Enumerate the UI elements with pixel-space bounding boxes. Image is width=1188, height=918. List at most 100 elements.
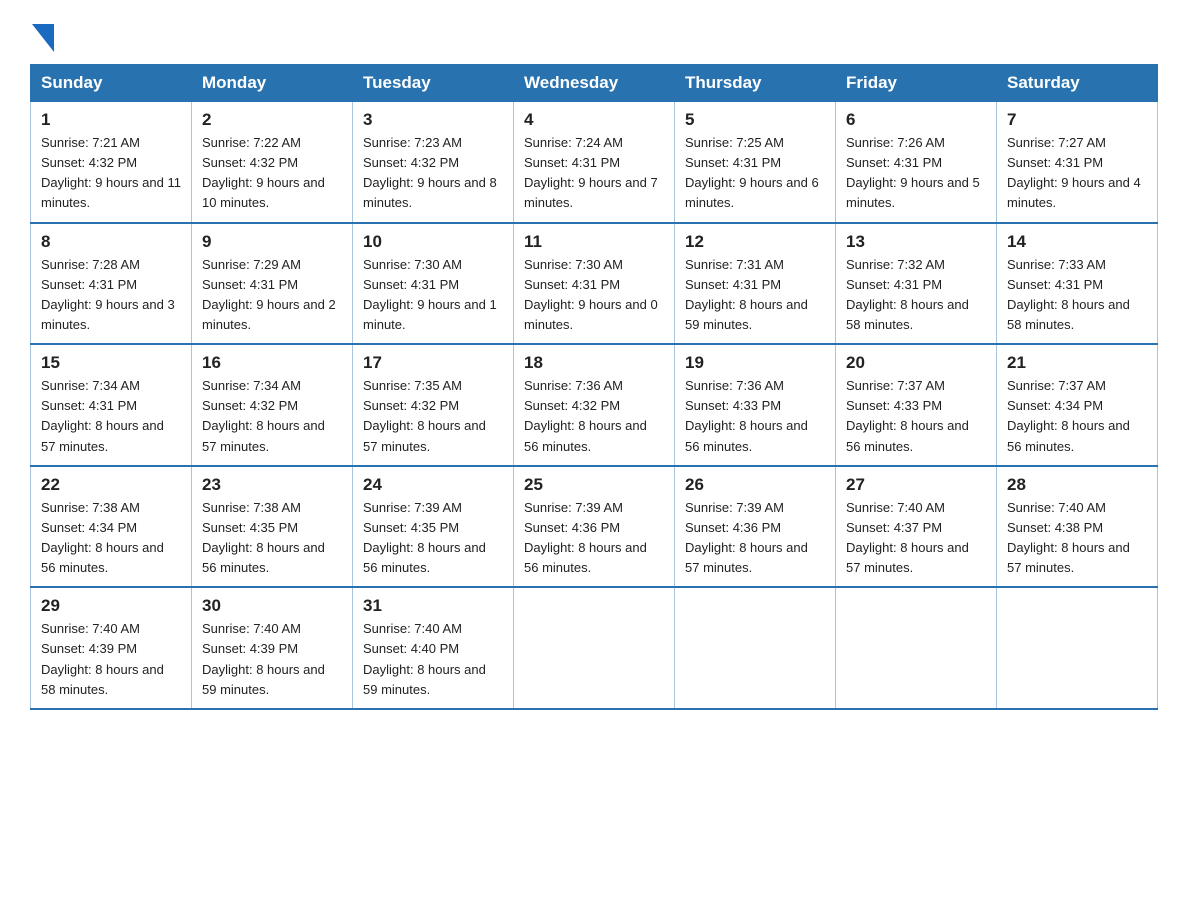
- day-info: Sunrise: 7:25 AMSunset: 4:31 PMDaylight:…: [685, 133, 825, 214]
- calendar-cell: 18 Sunrise: 7:36 AMSunset: 4:32 PMDayligh…: [514, 344, 675, 466]
- day-info: Sunrise: 7:28 AMSunset: 4:31 PMDaylight:…: [41, 255, 181, 336]
- calendar-cell: 1 Sunrise: 7:21 AMSunset: 4:32 PMDaylight…: [31, 102, 192, 223]
- calendar-week-row: 29 Sunrise: 7:40 AMSunset: 4:39 PMDayligh…: [31, 587, 1158, 709]
- day-info: Sunrise: 7:30 AMSunset: 4:31 PMDaylight:…: [524, 255, 664, 336]
- day-number: 15: [41, 353, 181, 373]
- day-info: Sunrise: 7:36 AMSunset: 4:32 PMDaylight:…: [524, 376, 664, 457]
- calendar-cell: 13Sunrise: 7:32 AMSunset: 4:31 PMDayligh…: [836, 223, 997, 345]
- day-info: Sunrise: 7:30 AMSunset: 4:31 PMDaylight:…: [363, 255, 503, 336]
- day-number: 1: [41, 110, 181, 130]
- calendar-cell: 22 Sunrise: 7:38 AMSunset: 4:34 PMDayligh…: [31, 466, 192, 588]
- day-number: 2: [202, 110, 342, 130]
- day-info: Sunrise: 7:26 AMSunset: 4:31 PMDaylight:…: [846, 133, 986, 214]
- calendar-cell: 17Sunrise: 7:35 AMSunset: 4:32 PMDayligh…: [353, 344, 514, 466]
- calendar-cell: 19 Sunrise: 7:36 AMSunset: 4:33 PMDayligh…: [675, 344, 836, 466]
- calendar-cell: 29 Sunrise: 7:40 AMSunset: 4:39 PMDayligh…: [31, 587, 192, 709]
- logo: [30, 24, 54, 54]
- day-info: Sunrise: 7:38 AMSunset: 4:34 PMDaylight:…: [41, 498, 181, 579]
- calendar-cell: 9 Sunrise: 7:29 AMSunset: 4:31 PMDaylight…: [192, 223, 353, 345]
- calendar-cell: 30 Sunrise: 7:40 AMSunset: 4:39 PMDayligh…: [192, 587, 353, 709]
- day-number: 8: [41, 232, 181, 252]
- day-number: 27: [846, 475, 986, 495]
- calendar-table: SundayMondayTuesdayWednesdayThursdayFrid…: [30, 64, 1158, 710]
- day-number: 10: [363, 232, 503, 252]
- calendar-cell: 11 Sunrise: 7:30 AMSunset: 4:31 PMDayligh…: [514, 223, 675, 345]
- day-info: Sunrise: 7:31 AMSunset: 4:31 PMDaylight:…: [685, 255, 825, 336]
- day-number: 30: [202, 596, 342, 616]
- calendar-cell: [997, 587, 1158, 709]
- day-info: Sunrise: 7:23 AMSunset: 4:32 PMDaylight:…: [363, 133, 503, 214]
- day-number: 18: [524, 353, 664, 373]
- day-number: 17: [363, 353, 503, 373]
- day-number: 23: [202, 475, 342, 495]
- calendar-cell: 20 Sunrise: 7:37 AMSunset: 4:33 PMDayligh…: [836, 344, 997, 466]
- day-info: Sunrise: 7:37 AMSunset: 4:34 PMDaylight:…: [1007, 376, 1147, 457]
- day-number: 31: [363, 596, 503, 616]
- day-info: Sunrise: 7:40 AMSunset: 4:39 PMDaylight:…: [202, 619, 342, 700]
- calendar-week-row: 1 Sunrise: 7:21 AMSunset: 4:32 PMDaylight…: [31, 102, 1158, 223]
- day-info: Sunrise: 7:38 AMSunset: 4:35 PMDaylight:…: [202, 498, 342, 579]
- col-header-friday: Friday: [836, 65, 997, 102]
- col-header-thursday: Thursday: [675, 65, 836, 102]
- calendar-cell: [675, 587, 836, 709]
- day-info: Sunrise: 7:29 AMSunset: 4:31 PMDaylight:…: [202, 255, 342, 336]
- day-info: Sunrise: 7:39 AMSunset: 4:36 PMDaylight:…: [524, 498, 664, 579]
- day-info: Sunrise: 7:22 AMSunset: 4:32 PMDaylight:…: [202, 133, 342, 214]
- day-info: Sunrise: 7:21 AMSunset: 4:32 PMDaylight:…: [41, 133, 181, 214]
- day-info: Sunrise: 7:40 AMSunset: 4:40 PMDaylight:…: [363, 619, 503, 700]
- day-info: Sunrise: 7:34 AMSunset: 4:32 PMDaylight:…: [202, 376, 342, 457]
- calendar-cell: 25 Sunrise: 7:39 AMSunset: 4:36 PMDayligh…: [514, 466, 675, 588]
- day-info: Sunrise: 7:40 AMSunset: 4:38 PMDaylight:…: [1007, 498, 1147, 579]
- logo-arrow-icon: [32, 24, 54, 52]
- calendar-cell: 16Sunrise: 7:34 AMSunset: 4:32 PMDayligh…: [192, 344, 353, 466]
- day-number: 14: [1007, 232, 1147, 252]
- day-info: Sunrise: 7:27 AMSunset: 4:31 PMDaylight:…: [1007, 133, 1147, 214]
- calendar-cell: 8 Sunrise: 7:28 AMSunset: 4:31 PMDaylight…: [31, 223, 192, 345]
- day-number: 6: [846, 110, 986, 130]
- page-header: [30, 24, 1158, 54]
- day-number: 7: [1007, 110, 1147, 130]
- calendar-cell: 10 Sunrise: 7:30 AMSunset: 4:31 PMDayligh…: [353, 223, 514, 345]
- day-number: 29: [41, 596, 181, 616]
- calendar-cell: 14 Sunrise: 7:33 AMSunset: 4:31 PMDayligh…: [997, 223, 1158, 345]
- day-number: 20: [846, 353, 986, 373]
- day-number: 9: [202, 232, 342, 252]
- calendar-cell: 3 Sunrise: 7:23 AMSunset: 4:32 PMDaylight…: [353, 102, 514, 223]
- col-header-tuesday: Tuesday: [353, 65, 514, 102]
- calendar-cell: 2 Sunrise: 7:22 AMSunset: 4:32 PMDaylight…: [192, 102, 353, 223]
- day-info: Sunrise: 7:39 AMSunset: 4:36 PMDaylight:…: [685, 498, 825, 579]
- calendar-cell: 26 Sunrise: 7:39 AMSunset: 4:36 PMDayligh…: [675, 466, 836, 588]
- day-number: 19: [685, 353, 825, 373]
- col-header-sunday: Sunday: [31, 65, 192, 102]
- col-header-monday: Monday: [192, 65, 353, 102]
- day-number: 4: [524, 110, 664, 130]
- calendar-week-row: 8 Sunrise: 7:28 AMSunset: 4:31 PMDaylight…: [31, 223, 1158, 345]
- day-number: 3: [363, 110, 503, 130]
- day-info: Sunrise: 7:33 AMSunset: 4:31 PMDaylight:…: [1007, 255, 1147, 336]
- calendar-cell: [514, 587, 675, 709]
- day-number: 28: [1007, 475, 1147, 495]
- calendar-cell: 21 Sunrise: 7:37 AMSunset: 4:34 PMDayligh…: [997, 344, 1158, 466]
- day-info: Sunrise: 7:37 AMSunset: 4:33 PMDaylight:…: [846, 376, 986, 457]
- day-info: Sunrise: 7:24 AMSunset: 4:31 PMDaylight:…: [524, 133, 664, 214]
- day-info: Sunrise: 7:36 AMSunset: 4:33 PMDaylight:…: [685, 376, 825, 457]
- calendar-cell: 15 Sunrise: 7:34 AMSunset: 4:31 PMDayligh…: [31, 344, 192, 466]
- day-info: Sunrise: 7:40 AMSunset: 4:39 PMDaylight:…: [41, 619, 181, 700]
- day-number: 26: [685, 475, 825, 495]
- calendar-cell: 12Sunrise: 7:31 AMSunset: 4:31 PMDayligh…: [675, 223, 836, 345]
- calendar-cell: 5 Sunrise: 7:25 AMSunset: 4:31 PMDaylight…: [675, 102, 836, 223]
- day-info: Sunrise: 7:34 AMSunset: 4:31 PMDaylight:…: [41, 376, 181, 457]
- day-number: 22: [41, 475, 181, 495]
- col-header-saturday: Saturday: [997, 65, 1158, 102]
- calendar-cell: 27 Sunrise: 7:40 AMSunset: 4:37 PMDayligh…: [836, 466, 997, 588]
- calendar-week-row: 15 Sunrise: 7:34 AMSunset: 4:31 PMDayligh…: [31, 344, 1158, 466]
- day-number: 21: [1007, 353, 1147, 373]
- calendar-cell: 28 Sunrise: 7:40 AMSunset: 4:38 PMDayligh…: [997, 466, 1158, 588]
- day-info: Sunrise: 7:40 AMSunset: 4:37 PMDaylight:…: [846, 498, 986, 579]
- day-number: 25: [524, 475, 664, 495]
- calendar-cell: 7 Sunrise: 7:27 AMSunset: 4:31 PMDaylight…: [997, 102, 1158, 223]
- day-number: 11: [524, 232, 664, 252]
- day-number: 24: [363, 475, 503, 495]
- day-number: 5: [685, 110, 825, 130]
- calendar-header-row: SundayMondayTuesdayWednesdayThursdayFrid…: [31, 65, 1158, 102]
